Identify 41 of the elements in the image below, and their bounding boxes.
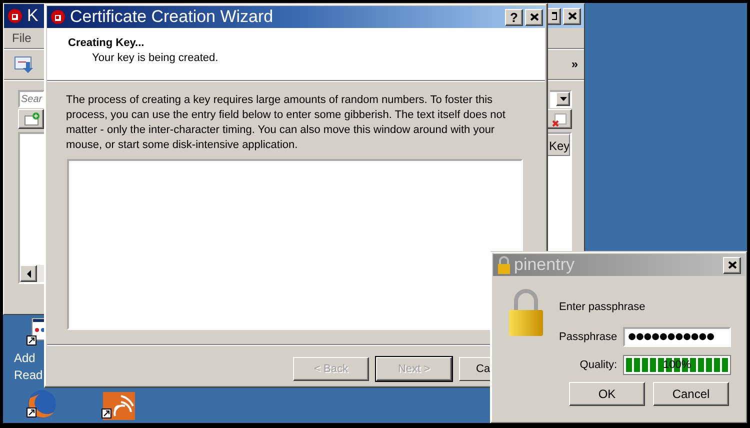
window-title: pinentry xyxy=(514,255,574,275)
caret-icon xyxy=(560,97,566,101)
dialog-button[interactable]: OK xyxy=(569,382,645,406)
passphrase-field[interactable]: ●●●●●●●●●●● xyxy=(623,327,732,347)
close-icon xyxy=(728,261,736,269)
delete-button[interactable] xyxy=(546,109,572,129)
app-icon xyxy=(50,9,66,25)
icon-label: Add xyxy=(14,350,36,367)
page-heading: Creating Key... xyxy=(68,37,146,49)
app-icon xyxy=(7,8,23,24)
close-button[interactable] xyxy=(525,8,543,26)
filter-dropdown[interactable] xyxy=(550,90,572,108)
left-arrow-icon xyxy=(26,270,30,278)
scroll-left-button[interactable] xyxy=(20,265,37,282)
padlock-icon xyxy=(507,288,545,338)
close-icon xyxy=(568,12,576,20)
page-subheading: Your key is being created. xyxy=(92,52,220,64)
padlock-icon xyxy=(497,256,511,274)
instructions-text: The process of creating a key requires large amounts of random numbers. To foster this process, you can use the entry field below to enter some gibberish. The text itself does not matter - only the inter-character timing. You can also move this window around with your mouse, or start some disk-intensive application. xyxy=(66,93,506,153)
menu-item[interactable]: File xyxy=(12,31,32,45)
new-button[interactable] xyxy=(18,109,44,129)
maximize-icon xyxy=(552,12,557,20)
icon-label: Read xyxy=(14,367,43,384)
window-title: K xyxy=(27,6,38,26)
window-title: Certificate Creation Wizard xyxy=(70,7,274,27)
field-label: Quality: xyxy=(580,359,618,371)
add-icon xyxy=(22,112,40,126)
close-button[interactable] xyxy=(723,256,741,274)
help-button[interactable]: ? xyxy=(505,8,523,26)
close-icon xyxy=(530,13,538,21)
prompt-text: Enter passphrase xyxy=(559,301,646,313)
delete-icon xyxy=(550,112,568,126)
close-button[interactable] xyxy=(563,8,581,24)
field-label: Passphrase xyxy=(559,331,618,343)
dialog-button[interactable]: Cancel xyxy=(653,382,729,406)
search-field[interactable]: Sear xyxy=(18,90,45,108)
feed-shortcut-icon[interactable] xyxy=(99,392,137,423)
import-icon[interactable] xyxy=(14,54,36,74)
maximize-button[interactable] xyxy=(548,8,561,24)
wizard-button[interactable]: Ca xyxy=(459,357,490,381)
toolbar-overflow[interactable]: » xyxy=(571,57,578,71)
